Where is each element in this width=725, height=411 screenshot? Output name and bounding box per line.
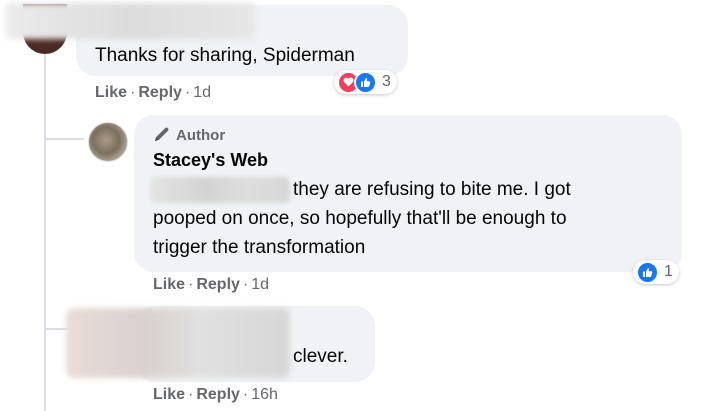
like-link[interactable]: Like: [153, 276, 185, 293]
comment-actions: Like · Reply · 1d: [153, 276, 270, 293]
comment-text-line-1: they are refusing to bite me. I got: [293, 179, 571, 200]
like-link[interactable]: Like: [153, 386, 185, 403]
comment-text: Thanks for sharing, Spiderman: [95, 45, 355, 66]
like-icon: [354, 70, 377, 94]
comment-actions: Like · Reply · 1d: [95, 84, 212, 101]
redacted-avatar-and-name: [66, 308, 290, 378]
timestamp[interactable]: 1d: [193, 84, 211, 101]
reaction-summary[interactable]: 3: [334, 70, 397, 94]
timestamp[interactable]: 1d: [251, 276, 269, 293]
timestamp[interactable]: 16h: [251, 386, 278, 403]
comment-text: clever.: [293, 346, 348, 367]
reaction-count: 1: [664, 263, 673, 280]
like-icon: [636, 260, 659, 284]
commenter-name[interactable]: Stacey's Web: [153, 150, 268, 171]
reply-link[interactable]: Reply: [138, 84, 182, 101]
comment-text-line-2: pooped on once, so hopefully that'll be …: [153, 208, 567, 229]
like-link[interactable]: Like: [95, 84, 127, 101]
comment-actions: Like · Reply · 16h: [153, 386, 278, 403]
author-pen-icon: [155, 127, 169, 141]
redacted-mention: [150, 177, 290, 203]
avatar[interactable]: [88, 122, 128, 162]
author-badge: Author: [176, 127, 226, 144]
reply-link[interactable]: Reply: [196, 386, 240, 403]
redacted-name: [6, 3, 254, 39]
thread-line-branch: [44, 138, 84, 140]
reply-link[interactable]: Reply: [196, 276, 240, 293]
reaction-summary[interactable]: 1: [633, 260, 679, 284]
reaction-count: 3: [382, 73, 391, 90]
comment-text-line-3: trigger the transformation: [153, 237, 366, 258]
thread-line-main: [44, 54, 46, 411]
